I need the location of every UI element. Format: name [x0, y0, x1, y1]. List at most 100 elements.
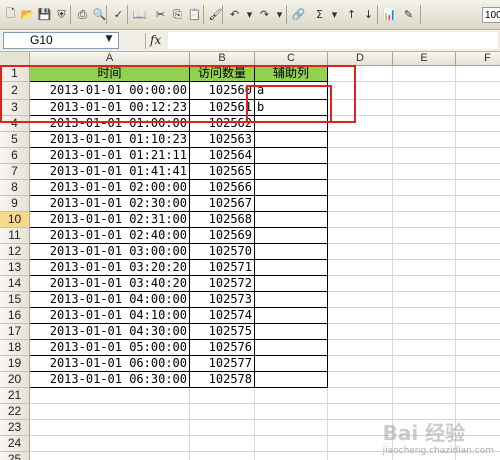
cell[interactable]	[328, 324, 393, 340]
row-header-15[interactable]: 15	[0, 292, 30, 308]
research-icon[interactable]: 📖	[131, 6, 148, 23]
sort-ascending-icon[interactable]: ↑	[343, 6, 360, 23]
cell[interactable]	[328, 340, 393, 356]
column-header-a[interactable]: A	[30, 52, 190, 66]
row-header-1[interactable]: 1	[0, 66, 30, 82]
time-cell[interactable]: 2013-01-01 01:41:41	[30, 164, 190, 180]
visits-cell[interactable]: 102577	[190, 356, 255, 372]
cell[interactable]	[328, 148, 393, 164]
cell[interactable]	[328, 196, 393, 212]
cell[interactable]	[328, 82, 393, 100]
helper-cell[interactable]	[255, 148, 328, 164]
open-icon[interactable]: 📂	[19, 6, 36, 23]
cut-icon[interactable]: ✂	[152, 6, 169, 23]
helper-cell[interactable]	[255, 164, 328, 180]
cell[interactable]	[393, 66, 456, 82]
row-header-8[interactable]: 8	[0, 180, 30, 196]
time-cell[interactable]: 2013-01-01 01:10:23	[30, 132, 190, 148]
visits-cell[interactable]: 102562	[190, 116, 255, 132]
helper-cell[interactable]	[255, 340, 328, 356]
cell[interactable]	[393, 324, 456, 340]
time-cell[interactable]: 2013-01-01 00:00:00	[30, 82, 190, 100]
row-header-25[interactable]: 25	[0, 452, 30, 460]
cell[interactable]	[328, 356, 393, 372]
row-header-17[interactable]: 17	[0, 324, 30, 340]
new-icon[interactable]: 🗋	[2, 6, 19, 23]
time-cell[interactable]: 2013-01-01 06:00:00	[30, 356, 190, 372]
helper-cell[interactable]	[255, 196, 328, 212]
cell[interactable]	[456, 260, 500, 276]
cell[interactable]	[393, 100, 456, 116]
cell[interactable]	[393, 340, 456, 356]
row-header-7[interactable]: 7	[0, 164, 30, 180]
cell[interactable]	[456, 132, 500, 148]
select-all-corner[interactable]	[0, 52, 30, 66]
visits-cell[interactable]: 102575	[190, 324, 255, 340]
cell[interactable]	[328, 244, 393, 260]
row-header-6[interactable]: 6	[0, 148, 30, 164]
cell[interactable]	[456, 244, 500, 260]
cell[interactable]	[190, 388, 255, 404]
cell[interactable]	[328, 212, 393, 228]
cell[interactable]	[393, 116, 456, 132]
helper-cell[interactable]	[255, 132, 328, 148]
time-cell[interactable]: 2013-01-01 04:30:00	[30, 324, 190, 340]
cell[interactable]	[255, 452, 328, 460]
cell[interactable]	[190, 404, 255, 420]
cell[interactable]	[456, 308, 500, 324]
cell[interactable]	[190, 452, 255, 460]
cell[interactable]	[328, 388, 393, 404]
cell[interactable]	[255, 404, 328, 420]
cell[interactable]	[328, 164, 393, 180]
drawing-icon[interactable]: ✎	[400, 6, 417, 23]
cell[interactable]	[30, 420, 190, 436]
cell[interactable]	[255, 420, 328, 436]
cell[interactable]	[328, 180, 393, 196]
cell[interactable]	[190, 420, 255, 436]
permission-icon[interactable]: ⛨	[53, 6, 70, 23]
row-header-21[interactable]: 21	[0, 388, 30, 404]
helper-cell[interactable]	[255, 308, 328, 324]
autosum-dropdown-icon[interactable]: ▾	[326, 6, 343, 23]
header-cell-time[interactable]: 时间	[30, 66, 190, 82]
row-header-13[interactable]: 13	[0, 260, 30, 276]
print-preview-icon[interactable]: 🔍	[91, 6, 108, 23]
row-header-16[interactable]: 16	[0, 308, 30, 324]
time-cell[interactable]: 2013-01-01 01:00:00	[30, 116, 190, 132]
row-header-22[interactable]: 22	[0, 404, 30, 420]
cell[interactable]	[456, 340, 500, 356]
helper-cell[interactable]	[255, 244, 328, 260]
visits-cell[interactable]: 102560	[190, 82, 255, 100]
row-header-19[interactable]: 19	[0, 356, 30, 372]
cell[interactable]	[456, 100, 500, 116]
name-box-dropdown-icon[interactable]: ▼	[100, 32, 118, 47]
cell[interactable]	[190, 436, 255, 452]
column-header-d[interactable]: D	[328, 52, 393, 66]
cell[interactable]	[255, 436, 328, 452]
header-cell-visits[interactable]: 访问数量	[190, 66, 255, 82]
time-cell[interactable]: 2013-01-01 03:40:20	[30, 276, 190, 292]
cell[interactable]	[393, 260, 456, 276]
visits-cell[interactable]: 102566	[190, 180, 255, 196]
cell[interactable]	[30, 436, 190, 452]
helper-cell[interactable]	[255, 356, 328, 372]
helper-cell[interactable]	[255, 212, 328, 228]
helper-cell[interactable]	[255, 372, 328, 388]
cell[interactable]	[393, 148, 456, 164]
cell[interactable]	[393, 356, 456, 372]
cell[interactable]	[456, 276, 500, 292]
cell[interactable]	[456, 148, 500, 164]
row-header-11[interactable]: 11	[0, 228, 30, 244]
visits-cell[interactable]: 102568	[190, 212, 255, 228]
time-cell[interactable]: 2013-01-01 02:00:00	[30, 180, 190, 196]
cell[interactable]	[393, 132, 456, 148]
time-cell[interactable]: 2013-01-01 03:20:20	[30, 260, 190, 276]
helper-cell[interactable]	[255, 260, 328, 276]
helper-cell[interactable]	[255, 116, 328, 132]
cell[interactable]	[328, 292, 393, 308]
cell[interactable]	[456, 292, 500, 308]
column-header-c[interactable]: C	[255, 52, 328, 66]
cell[interactable]	[393, 164, 456, 180]
insert-function-icon[interactable]: fx	[150, 33, 161, 47]
cell[interactable]	[30, 404, 190, 420]
